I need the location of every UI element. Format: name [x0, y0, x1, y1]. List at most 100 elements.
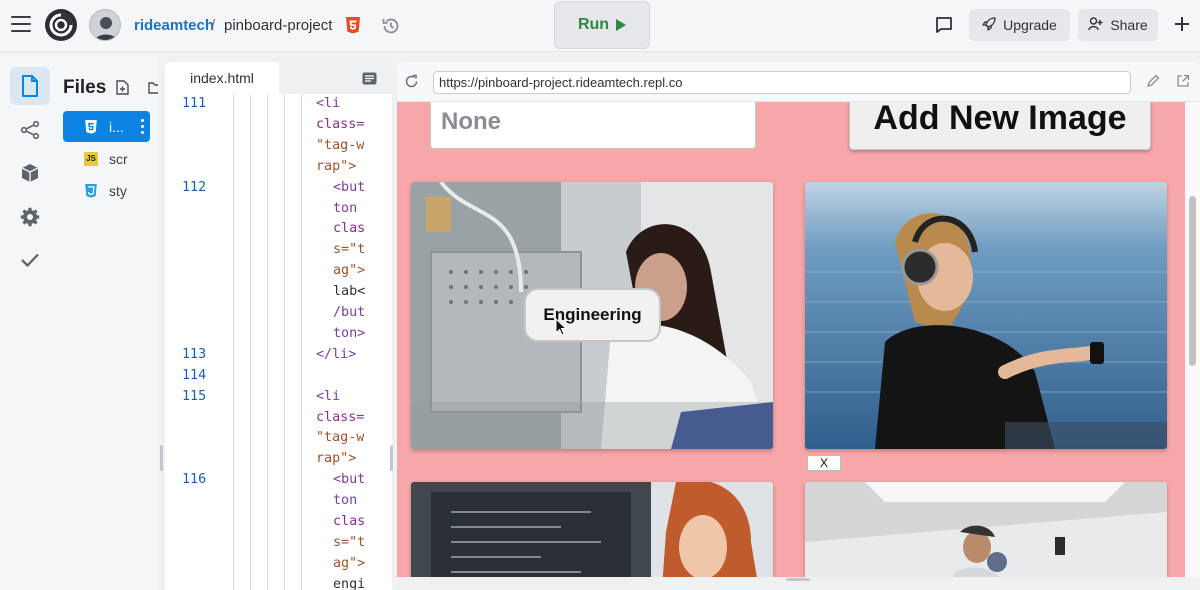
- tag-button[interactable]: Engineering: [524, 288, 661, 342]
- file-item-script[interactable]: JS scr: [63, 143, 150, 174]
- run-label: Run: [577, 16, 610, 33]
- code-line: engi: [333, 576, 366, 590]
- upgrade-label: Upgrade: [1003, 17, 1057, 33]
- check-icon[interactable]: [10, 241, 50, 279]
- breadcrumb-project[interactable]: pinboard-project: [224, 17, 332, 34]
- js-file-icon: JS: [84, 151, 98, 166]
- webview-scrollbar[interactable]: [1185, 102, 1200, 577]
- history-icon[interactable]: [381, 16, 401, 41]
- files-title: Files: [63, 77, 107, 98]
- indent-guide: [250, 94, 251, 590]
- code-line: lab<: [333, 284, 366, 300]
- upgrade-button[interactable]: Upgrade: [969, 9, 1070, 41]
- code-line: ton>: [333, 325, 366, 341]
- mouse-cursor-icon: [555, 317, 568, 341]
- code-line: rap">: [316, 451, 357, 467]
- code-line: s="t: [333, 534, 366, 550]
- indent-guide: [301, 94, 302, 590]
- code-line: class=: [316, 116, 365, 132]
- tab-index-html[interactable]: index.html: [165, 62, 279, 94]
- menu-icon[interactable]: [11, 16, 31, 34]
- packages-icon[interactable]: [10, 154, 50, 192]
- share-label: Share: [1110, 17, 1148, 33]
- plus-icon[interactable]: [1174, 16, 1190, 37]
- code-line: <but: [333, 472, 366, 488]
- html5-icon: [346, 17, 360, 39]
- run-button[interactable]: Run: [554, 1, 650, 49]
- css3-icon: [84, 183, 98, 198]
- indent-guide: [233, 94, 234, 590]
- line-number: 112: [182, 179, 207, 195]
- remove-button[interactable]: X: [807, 455, 841, 471]
- share-button[interactable]: Share: [1078, 9, 1158, 41]
- tag-filter-select[interactable]: None: [429, 102, 757, 150]
- new-folder-icon[interactable]: [148, 80, 158, 100]
- tool-rail: [0, 56, 58, 590]
- file-name: sty: [109, 182, 127, 199]
- editor-tab-bar: index.html: [165, 62, 392, 94]
- scrollbar-thumb[interactable]: [1189, 196, 1196, 366]
- add-new-image-button[interactable]: Add New Image: [849, 102, 1151, 150]
- computer-photo: [411, 482, 773, 577]
- url-bar[interactable]: https://pinboard-project.rideamtech.repl…: [433, 71, 1131, 94]
- line-number: 116: [182, 472, 207, 488]
- panel-resize-handle[interactable]: [390, 445, 393, 471]
- files-icon[interactable]: [10, 67, 50, 105]
- console-resize-handle[interactable]: [786, 578, 810, 581]
- code-area[interactable]: 111 <li class= "tag-w rap"> 112 <but ton clas s="…: [165, 94, 392, 590]
- code-line: ton: [333, 493, 358, 509]
- code-line: <but: [333, 179, 366, 195]
- line-number: 113: [182, 346, 207, 362]
- edit-icon[interactable]: [1146, 74, 1160, 93]
- code-line: s="t: [333, 242, 366, 258]
- user-avatar[interactable]: [89, 9, 121, 41]
- code-line: class=: [316, 409, 365, 425]
- boxing-photo: [805, 482, 1167, 577]
- file-name: scr: [109, 150, 128, 167]
- new-file-icon[interactable]: [116, 80, 129, 100]
- code-line: /but: [333, 305, 366, 320]
- code-editor[interactable]: index.html 111 <li class= "tag-w rap"> 112 <bu…: [165, 62, 392, 590]
- add-person-icon: [1088, 16, 1103, 34]
- code-line: </li>: [316, 346, 357, 362]
- line-number: 114: [182, 367, 207, 383]
- code-line: "tag-w: [316, 430, 365, 446]
- file-item-style[interactable]: sty: [63, 175, 150, 206]
- pin-card[interactable]: [411, 482, 773, 577]
- headphones-photo: [805, 182, 1167, 449]
- pin-card[interactable]: [805, 182, 1167, 449]
- play-icon: [616, 19, 627, 31]
- indent-guide: [284, 94, 285, 590]
- breadcrumb-user[interactable]: rideamtech: [134, 17, 214, 34]
- pin-card[interactable]: [805, 482, 1167, 577]
- git-icon[interactable]: [10, 111, 50, 149]
- panel-resize-handle[interactable]: [160, 445, 163, 471]
- code-line: ag">: [333, 263, 366, 279]
- code-line: "tag-w: [316, 137, 365, 153]
- line-number: 111: [182, 96, 207, 111]
- line-number: 115: [182, 388, 207, 404]
- open-new-tab-icon[interactable]: [1176, 74, 1190, 93]
- webview-toolbar: https://pinboard-project.rideamtech.repl…: [397, 62, 1200, 102]
- code-line: clas: [333, 514, 366, 529]
- webview-content: None Add New Image Engineering X: [397, 102, 1185, 577]
- code-line: rap">: [316, 158, 357, 174]
- editor-menu-icon[interactable]: [362, 72, 377, 90]
- chat-icon[interactable]: [935, 16, 953, 39]
- code-line: <li: [316, 96, 341, 111]
- code-line: <li: [316, 388, 341, 404]
- files-panel: Files i... JS scr sty: [58, 56, 158, 590]
- code-line: clas: [333, 221, 366, 237]
- file-name: i...: [109, 118, 124, 135]
- settings-icon[interactable]: [10, 198, 50, 236]
- html5-icon: [84, 119, 98, 134]
- more-options-icon[interactable]: [141, 119, 144, 137]
- rocket-icon: [982, 16, 996, 34]
- breadcrumb-separator: /: [211, 17, 216, 34]
- top-bar: rideamtech / pinboard-project Run Upgrad…: [0, 0, 1200, 52]
- code-line: ton: [333, 200, 358, 216]
- refresh-icon[interactable]: [404, 74, 419, 94]
- file-item-index[interactable]: i...: [63, 111, 150, 142]
- replit-logo[interactable]: [45, 9, 77, 41]
- webview-panel: https://pinboard-project.rideamtech.repl…: [397, 62, 1200, 590]
